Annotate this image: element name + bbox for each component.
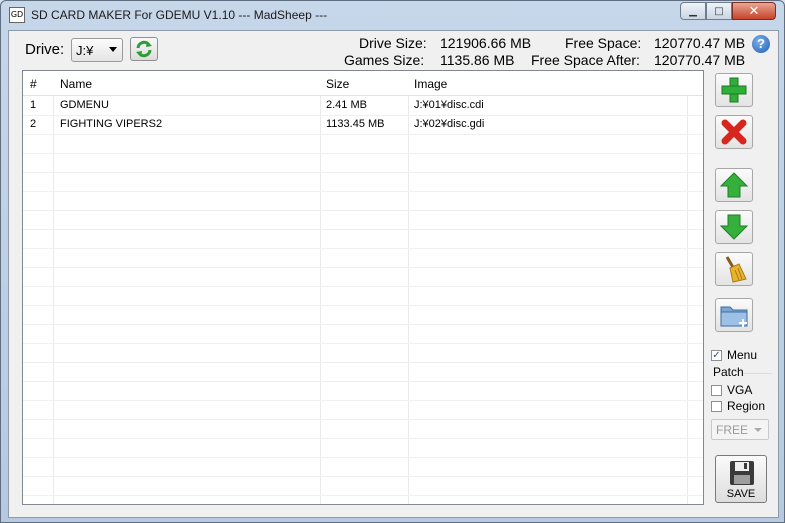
broom-icon <box>725 256 747 283</box>
table-row[interactable]: 1 GDMENU 2.41 MB J:¥01¥disc.cdi <box>23 96 703 116</box>
list-header: # Name Size Image <box>23 71 703 96</box>
add-folder-button[interactable] <box>715 298 753 332</box>
drive-select-value: J:¥ <box>76 43 94 58</box>
vga-option[interactable]: VGA <box>711 383 752 397</box>
title-bar[interactable]: GD SD CARD MAKER For GDEMU V1.10 --- Mad… <box>1 1 784 30</box>
arrow-up-icon <box>719 172 749 198</box>
floppy-disk-icon <box>730 461 754 485</box>
app-window: GD SD CARD MAKER For GDEMU V1.10 --- Mad… <box>0 0 785 523</box>
remove-game-button[interactable] <box>715 115 753 149</box>
refresh-icon <box>136 40 152 58</box>
empty-row <box>23 381 703 401</box>
region-checkbox-label: Region <box>727 399 766 413</box>
games-size-label: Games Size: <box>344 52 425 68</box>
plus-icon <box>721 77 747 103</box>
empty-row <box>23 286 703 306</box>
close-button[interactable]: ✕ <box>732 2 776 20</box>
vga-checkbox-label: VGA <box>727 383 753 397</box>
cell-image: J:¥01¥disc.cdi <box>414 99 484 111</box>
column-header-image[interactable]: Image <box>414 77 447 91</box>
empty-row <box>23 248 703 268</box>
empty-row <box>23 134 703 154</box>
empty-row <box>23 153 703 173</box>
cell-name: FIGHTING VIPERS2 <box>60 118 163 130</box>
cell-image: J:¥02¥disc.gdi <box>414 118 485 130</box>
move-down-button[interactable] <box>715 210 753 244</box>
cell-num: 2 <box>30 118 37 130</box>
games-size-value: 1135.86 MB <box>440 52 515 68</box>
drive-size-value: 121906.66 MB <box>440 35 532 51</box>
minimize-button[interactable]: ▁ <box>680 2 706 20</box>
empty-row <box>23 476 703 496</box>
empty-row <box>23 267 703 287</box>
menu-option[interactable]: ✓ Menu <box>711 348 757 362</box>
region-checkbox[interactable] <box>711 400 722 412</box>
column-header-num[interactable]: # <box>30 77 37 91</box>
column-header-name[interactable]: Name <box>60 77 92 91</box>
empty-row <box>23 229 703 249</box>
empty-row <box>23 172 703 192</box>
patch-group-label: Patch <box>713 365 744 379</box>
menu-checkbox-label: Menu <box>727 348 758 362</box>
window-controls: ▁ □ ✕ <box>680 2 776 20</box>
maximize-button[interactable]: □ <box>706 2 732 20</box>
empty-row <box>23 191 703 211</box>
save-button-label: SAVE <box>726 488 756 500</box>
column-header-size[interactable]: Size <box>326 77 349 91</box>
cell-size: 1133.45 MB <box>326 118 385 130</box>
vga-checkbox[interactable] <box>711 384 722 396</box>
free-space-label: Free Space: <box>565 35 642 51</box>
free-space-after-value: 120770.47 MB <box>654 52 746 68</box>
chevron-down-icon <box>109 47 117 52</box>
free-space-after-label: Free Space After: <box>531 52 640 68</box>
add-game-button[interactable] <box>715 73 753 107</box>
cell-size: 2.41 MB <box>326 99 367 111</box>
save-button[interactable]: SAVE <box>715 455 767 503</box>
empty-row <box>23 305 703 325</box>
empty-row <box>23 400 703 420</box>
table-row[interactable]: 2 FIGHTING VIPERS2 1133.45 MB J:¥02¥disc.gd… <box>23 115 703 135</box>
drive-select[interactable]: J:¥ <box>71 38 123 62</box>
refresh-button[interactable] <box>130 37 158 61</box>
empty-row <box>23 324 703 344</box>
arrow-down-icon <box>719 214 749 240</box>
window-title: SD CARD MAKER For GDEMU V1.10 --- MadShe… <box>31 8 328 22</box>
group-divider <box>744 373 772 374</box>
cell-name: GDMENU <box>60 99 109 111</box>
region-select-value: FREE <box>716 423 749 437</box>
empty-row <box>23 419 703 439</box>
drive-size-label: Drive Size: <box>359 35 427 51</box>
folder-icon <box>720 306 748 327</box>
delete-x-icon <box>721 119 747 145</box>
region-option[interactable]: Region <box>711 399 765 413</box>
main-panel: Drive: J:¥ Drive Size: 121906.66 MB Game… <box>8 30 779 518</box>
empty-row <box>23 362 703 382</box>
free-space-value: 120770.47 MB <box>654 35 746 51</box>
game-list[interactable]: # Name Size Image 1 GDMENU 2.41 MB J:¥01¥di… <box>22 70 704 505</box>
empty-row <box>23 457 703 477</box>
cell-num: 1 <box>30 99 37 111</box>
empty-row <box>23 495 703 504</box>
empty-row <box>23 210 703 230</box>
help-icon[interactable]: ? <box>752 35 770 53</box>
app-icon: GD <box>9 7 25 23</box>
move-up-button[interactable] <box>715 168 753 202</box>
menu-checkbox[interactable]: ✓ <box>711 349 722 361</box>
drive-label: Drive: <box>25 41 65 58</box>
empty-row <box>23 343 703 363</box>
chevron-down-icon <box>754 428 762 432</box>
clean-button[interactable] <box>715 252 753 286</box>
region-select[interactable]: FREE <box>711 419 769 440</box>
empty-row <box>23 438 703 458</box>
